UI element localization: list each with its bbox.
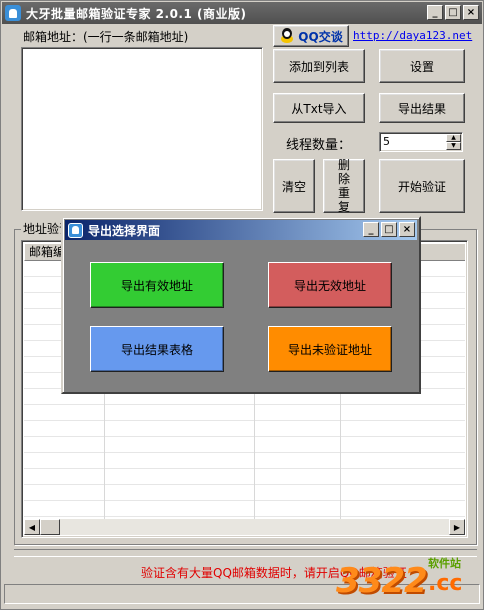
dialog-title: 导出选择界面 <box>88 223 161 238</box>
export-results-button[interactable]: 导出结果 <box>379 93 465 123</box>
thread-count-label: 线程数量： <box>286 138 352 153</box>
title-bar[interactable]: 大牙批量邮箱验证专家 2.0.1 (商业版) _ □ × <box>2 2 482 24</box>
site-watermark-logo: 3322 .cc 软件站 <box>336 553 481 608</box>
watermark-suffix: .cc <box>428 571 463 596</box>
close-button[interactable]: × <box>463 5 479 20</box>
dialog-body: 导出有效地址 导出无效地址 导出结果表格 导出未验证地址 <box>65 240 417 390</box>
add-to-list-button[interactable]: 添加到列表 <box>273 49 365 83</box>
scroll-thumb[interactable] <box>40 519 60 535</box>
horizontal-scrollbar[interactable]: ◀ ▶ <box>24 519 465 535</box>
dedupe-button[interactable]: 删除重复 <box>323 158 365 214</box>
maximize-button[interactable]: □ <box>445 5 461 20</box>
stepper-up-icon[interactable]: ▲ <box>446 134 461 142</box>
scroll-left-icon[interactable]: ◀ <box>24 519 40 535</box>
email-list-label: 邮箱地址：(一行一条邮箱地址) <box>23 30 189 44</box>
export-dialog: 导出选择界面 _ □ × 导出有效地址 导出无效地址 导出结果表格 导出未验证地… <box>61 216 421 394</box>
export-invalid-button[interactable]: 导出无效地址 <box>268 262 392 308</box>
clear-button[interactable]: 清空 <box>273 159 315 213</box>
email-list-input[interactable] <box>21 47 263 211</box>
export-unverified-button[interactable]: 导出未验证地址 <box>268 326 392 372</box>
window-title: 大牙批量邮箱验证专家 2.0.1 (商业版) <box>26 6 247 21</box>
export-table-button[interactable]: 导出结果表格 <box>90 326 224 372</box>
qq-chat-button[interactable]: QQ交谈 <box>273 25 349 47</box>
watermark-number: 3322 <box>336 561 428 601</box>
qq-chat-label: QQ交谈 <box>298 29 343 44</box>
import-txt-button[interactable]: 从Txt导入 <box>273 93 365 123</box>
start-verify-button[interactable]: 开始验证 <box>379 159 465 213</box>
stepper-down-icon[interactable]: ▼ <box>446 142 461 150</box>
qq-penguin-icon <box>279 28 295 44</box>
watermark-tag: 软件站 <box>428 557 461 570</box>
tooth-app-icon <box>5 5 21 21</box>
dialog-maximize-button[interactable]: □ <box>381 222 397 237</box>
thread-count-stepper[interactable]: 5 ▲ ▼ <box>379 132 463 152</box>
tooth-app-icon <box>68 222 83 238</box>
dialog-minimize-button[interactable]: _ <box>363 222 379 237</box>
scroll-right-icon[interactable]: ▶ <box>449 519 465 535</box>
website-link[interactable]: http://daya123.net <box>353 29 472 42</box>
minimize-button[interactable]: _ <box>427 5 443 20</box>
settings-button[interactable]: 设置 <box>379 49 465 83</box>
dialog-close-button[interactable]: × <box>399 222 415 237</box>
dialog-title-bar[interactable]: 导出选择界面 _ □ × <box>65 220 417 240</box>
thread-count-value: 5 <box>383 135 390 148</box>
export-valid-button[interactable]: 导出有效地址 <box>90 262 224 308</box>
